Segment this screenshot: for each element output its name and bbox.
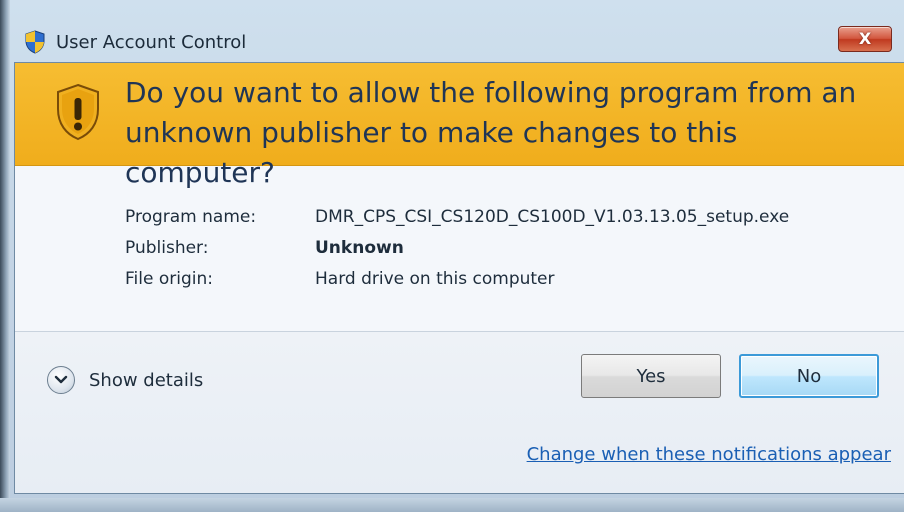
publisher-label: Publisher: [125, 237, 209, 258]
no-button[interactable]: No [739, 354, 879, 398]
show-details-label: Show details [89, 369, 204, 391]
window-left-edge [0, 0, 10, 512]
program-name-label: Program name: [125, 206, 257, 227]
file-origin-label: File origin: [125, 268, 213, 289]
dialog-body: Do you want to allow the following progr… [14, 62, 904, 494]
warning-shield-icon [55, 83, 101, 141]
chevron-down-icon [47, 366, 75, 394]
uac-shield-icon [24, 30, 46, 54]
file-origin-row: File origin: Hard drive on this computer [125, 263, 789, 294]
program-details: Program name: DMR_CPS_CSI_CS120D_CS100D_… [125, 201, 789, 294]
uac-question: Do you want to allow the following progr… [125, 76, 857, 189]
close-button[interactable]: X [838, 26, 892, 52]
window-title: User Account Control [56, 32, 247, 53]
program-name-value: DMR_CPS_CSI_CS120D_CS100D_V1.03.13.05_se… [315, 206, 790, 227]
notification-settings-link[interactable]: Change when these notifications appear [527, 444, 891, 465]
show-details-toggle[interactable]: Show details [47, 366, 203, 394]
file-origin-value: Hard drive on this computer [315, 268, 555, 289]
yes-button[interactable]: Yes [581, 354, 721, 398]
window-bottom-edge [0, 498, 904, 512]
title-bar [10, 0, 904, 34]
uac-window: User Account Control X Do you want to al… [0, 0, 904, 512]
publisher-value: Unknown [315, 237, 404, 258]
program-name-row: Program name: DMR_CPS_CSI_CS120D_CS100D_… [125, 201, 789, 232]
publisher-row: Publisher: Unknown [125, 232, 789, 263]
dialog-footer: Show details Yes No Change when these no… [15, 332, 904, 493]
warning-banner: Do you want to allow the following progr… [15, 63, 904, 189]
close-icon: X [858, 29, 872, 48]
